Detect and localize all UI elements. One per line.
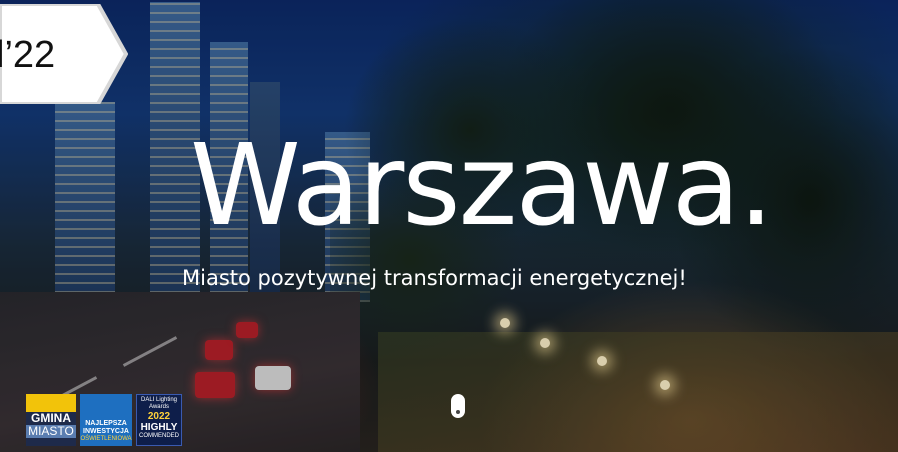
award-dali-year: 2022 [147, 411, 171, 422]
award-dali-label: Awards [149, 404, 169, 410]
award-logo-dali: DALI Lighting Awards 2022 HIGHLY COMMEND… [136, 394, 182, 446]
badge-year-text: l’22 [0, 34, 56, 76]
mouse-scroll-icon [451, 394, 465, 418]
award-inwestycja-label: NAJLEPSZA [85, 420, 127, 427]
award-dali-label: HIGHLY [140, 422, 178, 433]
award-inwestycja-label: OŚWIETLENIOWA [80, 436, 132, 442]
page-title: Warszawa. [190, 121, 774, 251]
award-dali-label: DALI Lighting [140, 397, 178, 403]
award-logo-gmina: GMINA MIASTO [26, 394, 76, 446]
award-logo-inwestycja: NAJLEPSZA INWESTYCJA OŚWIETLENIOWA [80, 394, 132, 446]
scroll-down-button[interactable] [446, 386, 470, 424]
hero-section: l’22 Warszawa. Miasto pozytywnej transfo… [0, 0, 898, 452]
page-subtitle: Miasto pozytywnej transformacji energety… [182, 266, 687, 290]
award-gmina-stripe [26, 394, 76, 412]
year-badge: l’22 [0, 4, 128, 104]
scroll-wheel [456, 410, 460, 414]
award-dali-label: COMMENDED [139, 433, 179, 439]
award-gmina-label: MIASTO [26, 425, 76, 438]
award-inwestycja-label: INWESTYCJA [83, 428, 129, 435]
